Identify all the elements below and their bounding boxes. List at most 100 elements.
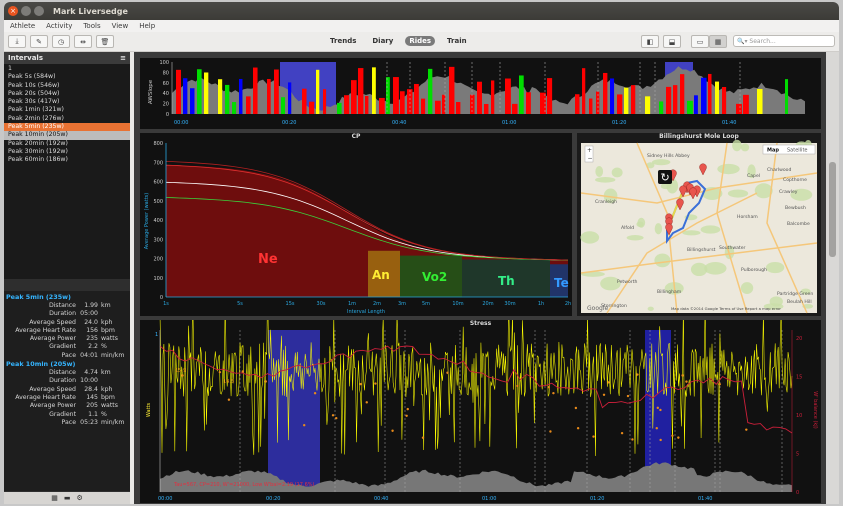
toggle-bottom-icon[interactable]: ⬓ <box>663 35 681 48</box>
menu-tools[interactable]: Tools <box>83 22 100 30</box>
awslope-bar <box>232 102 236 114</box>
intervals-header: Intervals ≡ <box>4 52 130 64</box>
map-svg[interactable]: Sidney Hills AbbeyCapelCharlwoodCopthorn… <box>577 133 821 316</box>
interval-item[interactable]: Peak 30min (192w) <box>4 148 130 156</box>
interval-item[interactable]: Peak 5min (235w) <box>4 123 130 131</box>
scroll-thumb[interactable] <box>829 162 836 257</box>
y-tick-label: 600 <box>153 180 163 186</box>
map-woodland <box>652 159 670 165</box>
y2-tick-label: 5 <box>796 452 799 458</box>
y-tick-label: 700 <box>153 160 163 166</box>
detail-unit: km <box>98 369 111 377</box>
manual-entry-icon[interactable]: ✎ <box>30 35 48 48</box>
grid-icon[interactable]: ▦ <box>51 494 58 502</box>
interval-item[interactable]: Peak 30s (417w) <box>4 98 130 106</box>
awslope-bar <box>400 91 405 114</box>
interval-point <box>575 407 577 409</box>
interval-item[interactable]: Peak 5s (584w) <box>4 73 130 81</box>
folder-icon[interactable]: ▬ <box>64 494 71 502</box>
map-place-label: Copthorne <box>783 177 807 183</box>
download-icon[interactable]: ⤓ <box>8 35 26 48</box>
interval-detail-row: Average Speed24.0kph <box>4 319 130 327</box>
toggle-sidebar-icon[interactable]: ◧ <box>641 35 659 48</box>
interval-detail-row: Distance1.99km <box>4 302 130 310</box>
y-tick-label: 100 <box>153 276 163 282</box>
tab-view-icon[interactable]: ▭ <box>691 35 709 48</box>
interval-item[interactable]: 1 <box>4 65 130 73</box>
zoom-in-icon[interactable]: + <box>587 147 592 154</box>
interval-detail-row: Distance4.74km <box>4 369 130 377</box>
awslope-bar <box>365 96 368 114</box>
tile-view-icon[interactable]: ▦ <box>709 35 727 48</box>
awslope-bar <box>267 79 271 114</box>
menu-view[interactable]: View <box>112 22 129 30</box>
interval-point <box>228 399 230 401</box>
map-place-label: Horsham <box>737 214 758 220</box>
interval-item[interactable]: Peak 2min (276w) <box>4 115 130 123</box>
y2-tick-label: 15 <box>796 375 802 381</box>
maximize-window-button[interactable] <box>34 6 44 16</box>
intervals-icon[interactable]: ◷ <box>52 35 70 48</box>
interval-point <box>631 438 633 440</box>
tab-rides[interactable]: Rides <box>405 36 435 46</box>
x-tick-label: 30s <box>317 301 326 307</box>
menu-icon[interactable]: ≡ <box>120 52 126 64</box>
zone-label: Th <box>498 274 515 288</box>
awslope-bar <box>666 87 671 114</box>
settings-icon[interactable]: ⚙ <box>76 494 82 502</box>
awslope-bar <box>218 79 222 114</box>
detail-label: Gradient <box>4 411 76 419</box>
interval-point <box>627 395 629 397</box>
awslope-bar <box>323 89 326 114</box>
close-window-button[interactable]: × <box>8 6 18 16</box>
split-icon[interactable]: ⇹ <box>74 35 92 48</box>
detail-value: 1.1 <box>76 411 98 419</box>
interval-point <box>391 430 393 432</box>
y-tick-label: 80 <box>163 70 169 76</box>
stress-chart-svg: 15.914.5WattsW' balance (kJ)10510152000:… <box>140 320 821 503</box>
map-place-label: Beulah Hill <box>787 299 812 305</box>
awslope-bar <box>239 79 242 114</box>
awslope-bar <box>694 95 698 114</box>
delete-icon[interactable]: 🗑 <box>96 35 114 48</box>
zone-label: Te <box>554 276 569 290</box>
menu-activity[interactable]: Activity <box>46 22 72 30</box>
interval-item[interactable]: Peak 20s (504w) <box>4 90 130 98</box>
interval-detail-row: Average Power235watts <box>4 335 130 343</box>
awslope-bar <box>358 68 363 114</box>
tab-train[interactable]: Train <box>443 36 471 46</box>
detail-value: 28.4 <box>76 386 98 394</box>
tab-diary[interactable]: Diary <box>368 36 397 46</box>
awslope-bar <box>785 79 788 114</box>
minimize-window-button[interactable] <box>21 6 31 16</box>
awslope-bar <box>575 94 579 114</box>
detail-label: Average Speed <box>4 386 76 394</box>
menu-athlete[interactable]: Athlete <box>10 22 35 30</box>
map-type-satellite-button[interactable]: Satellite <box>787 148 807 154</box>
interval-item[interactable]: Peak 10s (546w) <box>4 82 130 90</box>
zoom-out-icon[interactable]: − <box>588 155 593 162</box>
interval-item[interactable]: Peak 10min (205w) <box>4 131 130 139</box>
interval-point <box>745 428 747 430</box>
cp-chart-svg: NeAnVo2ThTe01002003004005006007008001s5s… <box>140 133 572 316</box>
intervals-list[interactable]: 1Peak 5s (584w)Peak 10s (546w)Peak 20s (… <box>4 64 130 279</box>
map-woodland <box>661 183 671 189</box>
main-scrollbar[interactable] <box>826 52 839 504</box>
awslope-bar <box>477 82 482 114</box>
awslope-bar <box>337 103 342 114</box>
tab-trends[interactable]: Trends <box>326 36 360 46</box>
y-tick-label: 800 <box>153 141 163 147</box>
y-tick-label: 1 <box>155 332 158 338</box>
interval-item[interactable]: Peak 1min (321w) <box>4 106 130 114</box>
data-label: 14.5 <box>223 379 234 385</box>
x-tick-label: 1m <box>348 301 356 307</box>
menu-help[interactable]: Help <box>139 22 155 30</box>
sidebar-splitter[interactable] <box>4 279 130 291</box>
interval-item[interactable]: Peak 60min (186w) <box>4 156 130 164</box>
interval-point <box>577 427 579 429</box>
map-place-label: Southwater <box>719 245 746 251</box>
interval-item[interactable]: Peak 20min (192w) <box>4 140 130 148</box>
y-tick-label: 0 <box>166 112 169 118</box>
search-input[interactable]: 🔍▾ Search... <box>733 35 835 47</box>
map-type-map-button[interactable]: Map <box>767 148 779 154</box>
